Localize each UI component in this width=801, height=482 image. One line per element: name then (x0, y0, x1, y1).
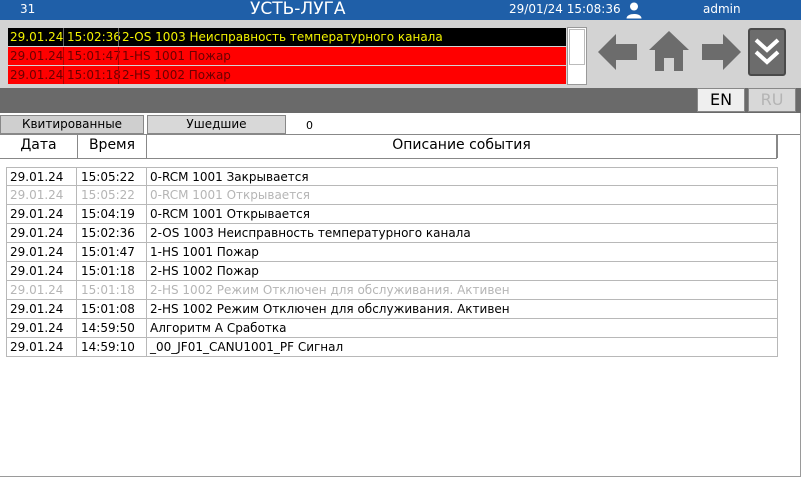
page-title: УСТЬ-ЛУГА (250, 0, 346, 19)
event-description: 2-HS 1002 Режим Отключен для обслуживани… (150, 283, 510, 297)
event-date: 29.01.24 (10, 340, 64, 354)
column-date[interactable]: Дата (0, 135, 78, 158)
user-name[interactable]: admin (703, 2, 741, 16)
table-row[interactable]: 29.01.24 15:01:47 1-HS 1001 Пожар (6, 243, 778, 262)
event-date: 29.01.24 (10, 264, 64, 278)
event-time: 15:05:22 (81, 188, 135, 202)
event-date: 29.01.24 (10, 226, 64, 240)
table-row[interactable]: 29.01.24 15:04:19 0-RCM 1001 Открывается (6, 205, 778, 224)
event-date: 29.01.24 (10, 207, 64, 221)
event-description: 2-HS 1002 Режим Отключен для обслуживани… (150, 302, 510, 316)
header-corner (777, 135, 801, 158)
alarm-date: 29.01.24 (10, 68, 64, 82)
home-icon[interactable] (646, 27, 692, 77)
event-time: 15:02:36 (81, 226, 135, 240)
table-header: Дата Время Описание события (0, 134, 801, 159)
arrow-left-icon[interactable] (595, 27, 641, 77)
alarm-date: 29.01.24 (10, 49, 64, 63)
event-date: 29.01.24 (10, 283, 64, 297)
active-alarm-row[interactable]: 29.01.24 15:01:18 2-HS 1002 Пожар (8, 66, 566, 84)
alarm-description: 2-OS 1003 Неисправность температурного к… (122, 30, 443, 44)
alarm-date: 29.01.24 (10, 30, 64, 44)
event-description: 0-RCM 1001 Закрывается (150, 170, 309, 184)
event-time: 15:04:19 (81, 207, 135, 221)
double-chevron-down-icon[interactable] (748, 28, 786, 76)
active-alarm-row[interactable]: 29.01.24 15:02:36 2-OS 1003 Неисправност… (8, 28, 566, 46)
event-date: 29.01.24 (10, 245, 64, 259)
language-ru-button[interactable]: RU (748, 88, 796, 112)
alarm-time: 15:02:36 (67, 30, 121, 44)
event-description: _00_JF01_CANU1001_PF Сигнал (150, 340, 344, 354)
table-row[interactable]: 29.01.24 15:01:08 2-HS 1002 Режим Отключен… (6, 300, 778, 319)
event-time: 14:59:50 (81, 321, 135, 335)
event-time: 15:01:18 (81, 264, 135, 278)
event-description: Алгоритм А Сработка (150, 321, 287, 335)
alarm-description: 2-HS 1002 Пожар (122, 68, 231, 82)
alarm-time: 15:01:47 (67, 49, 121, 63)
event-description: 1-HS 1001 Пожар (150, 245, 259, 259)
table-row[interactable]: 29.01.24 14:59:50 Алгоритм А Сработка (6, 319, 778, 338)
top-panel: 29.01.24 15:02:36 2-OS 1003 Неисправност… (0, 20, 801, 88)
tab-gone[interactable]: Ушедшие (147, 115, 286, 134)
table-row[interactable]: 29.01.24 15:01:18 2-HS 1002 Режим Отключен… (6, 281, 778, 300)
event-time: 15:01:47 (81, 245, 135, 259)
event-description: 2-HS 1002 Пожар (150, 264, 259, 278)
event-date: 29.01.24 (10, 188, 64, 202)
table-row[interactable]: 29.01.24 14:59:10 _00_JF01_CANU1001_PF Сиг… (6, 338, 778, 357)
table-row[interactable]: 29.01.24 15:01:18 2-HS 1002 Пожар (6, 262, 778, 281)
tab-acknowledged[interactable]: Квитированные (0, 115, 144, 134)
active-alarm-row[interactable]: 29.01.24 15:01:47 1-HS 1001 Пожар (8, 47, 566, 65)
language-en-button[interactable]: EN (697, 88, 745, 112)
event-table: 29.01.24 15:05:22 0-RCM 1001 Закрывается 2… (6, 167, 778, 357)
event-description: 0-RCM 1001 Открывается (150, 207, 310, 221)
event-tabs: Квитированные Ушедшие (0, 113, 801, 134)
event-time: 15:05:22 (81, 170, 135, 184)
screen-number: 31 (20, 2, 36, 16)
column-description[interactable]: Описание события (147, 135, 777, 158)
event-time: 14:59:10 (81, 340, 135, 354)
event-date: 29.01.24 (10, 170, 64, 184)
current-datetime: 29/01/24 15:08:36 (509, 2, 621, 16)
arrow-right-icon[interactable] (698, 27, 744, 77)
event-date: 29.01.24 (10, 321, 64, 335)
title-bar: 31 УСТЬ-ЛУГА 29/01/24 15:08:36 admin (0, 0, 801, 20)
toolbar-band (0, 88, 801, 113)
event-time: 15:01:18 (81, 283, 135, 297)
table-row[interactable]: 29.01.24 15:05:22 0-RCM 1001 Открывается (6, 186, 778, 205)
column-time[interactable]: Время (78, 135, 147, 158)
table-row[interactable]: 29.01.24 15:05:22 0-RCM 1001 Закрывается (6, 167, 778, 186)
event-date: 29.01.24 (10, 302, 64, 316)
alarm-time: 15:01:18 (67, 68, 121, 82)
table-row[interactable]: 29.01.24 15:02:36 2-OS 1003 Неисправность … (6, 224, 778, 243)
alarm-description: 1-HS 1001 Пожар (122, 49, 231, 63)
event-time: 15:01:08 (81, 302, 135, 316)
event-description: 0-RCM 1001 Открывается (150, 188, 310, 202)
event-description: 2-OS 1003 Неисправность температурного к… (150, 226, 471, 240)
alarm-scrollbar[interactable] (567, 27, 587, 85)
user-icon[interactable] (625, 1, 643, 19)
event-count: 0 (306, 119, 313, 132)
alarm-scrollbar-thumb[interactable] (569, 29, 585, 65)
